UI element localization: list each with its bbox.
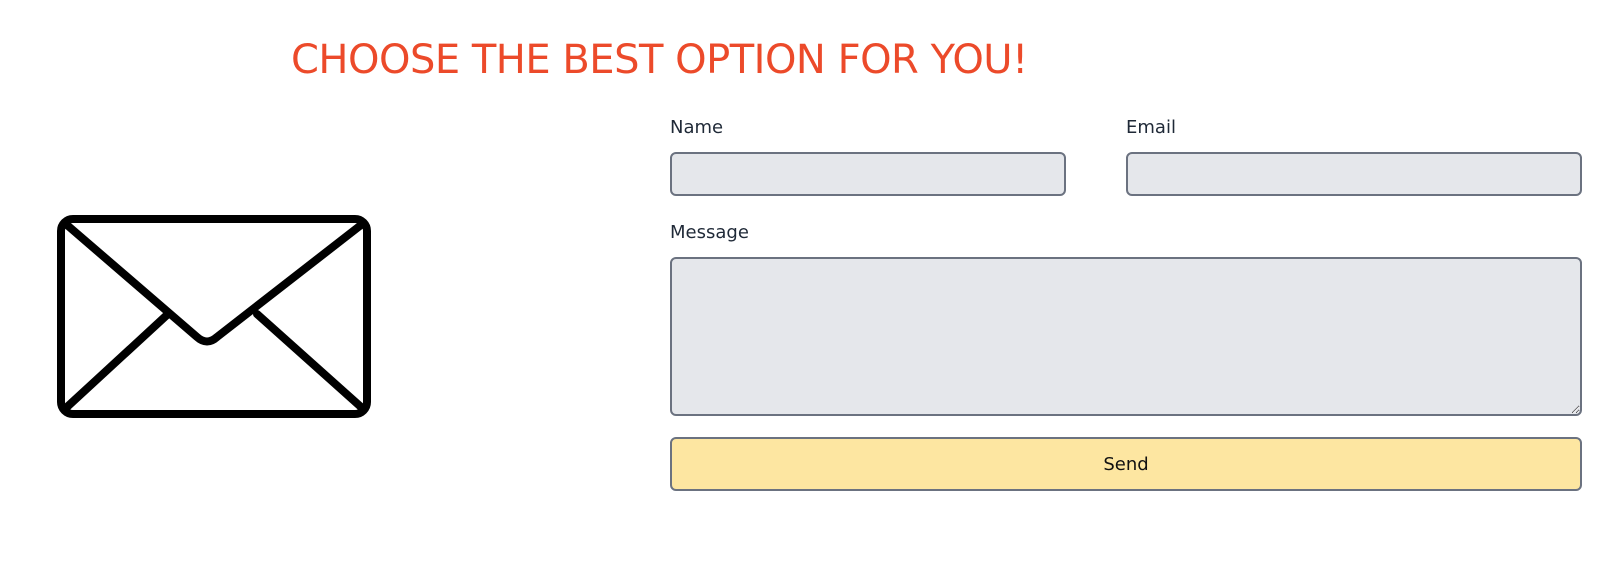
message-label: Message — [670, 222, 749, 243]
email-label: Email — [1126, 117, 1176, 138]
envelope-icon — [57, 215, 371, 418]
name-label: Name — [670, 117, 724, 138]
message-textarea[interactable] — [670, 257, 1582, 416]
page-headline: CHOOSE THE BEST OPTION FOR YOU! — [291, 37, 1028, 83]
send-button[interactable]: Send — [670, 437, 1582, 491]
name-input[interactable] — [670, 152, 1066, 196]
email-input[interactable] — [1126, 152, 1582, 196]
